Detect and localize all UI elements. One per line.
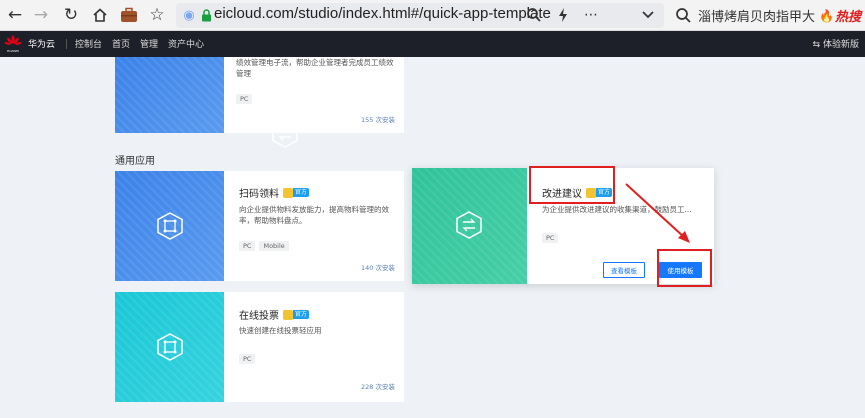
annotation-arrow-icon: [625, 183, 690, 243]
